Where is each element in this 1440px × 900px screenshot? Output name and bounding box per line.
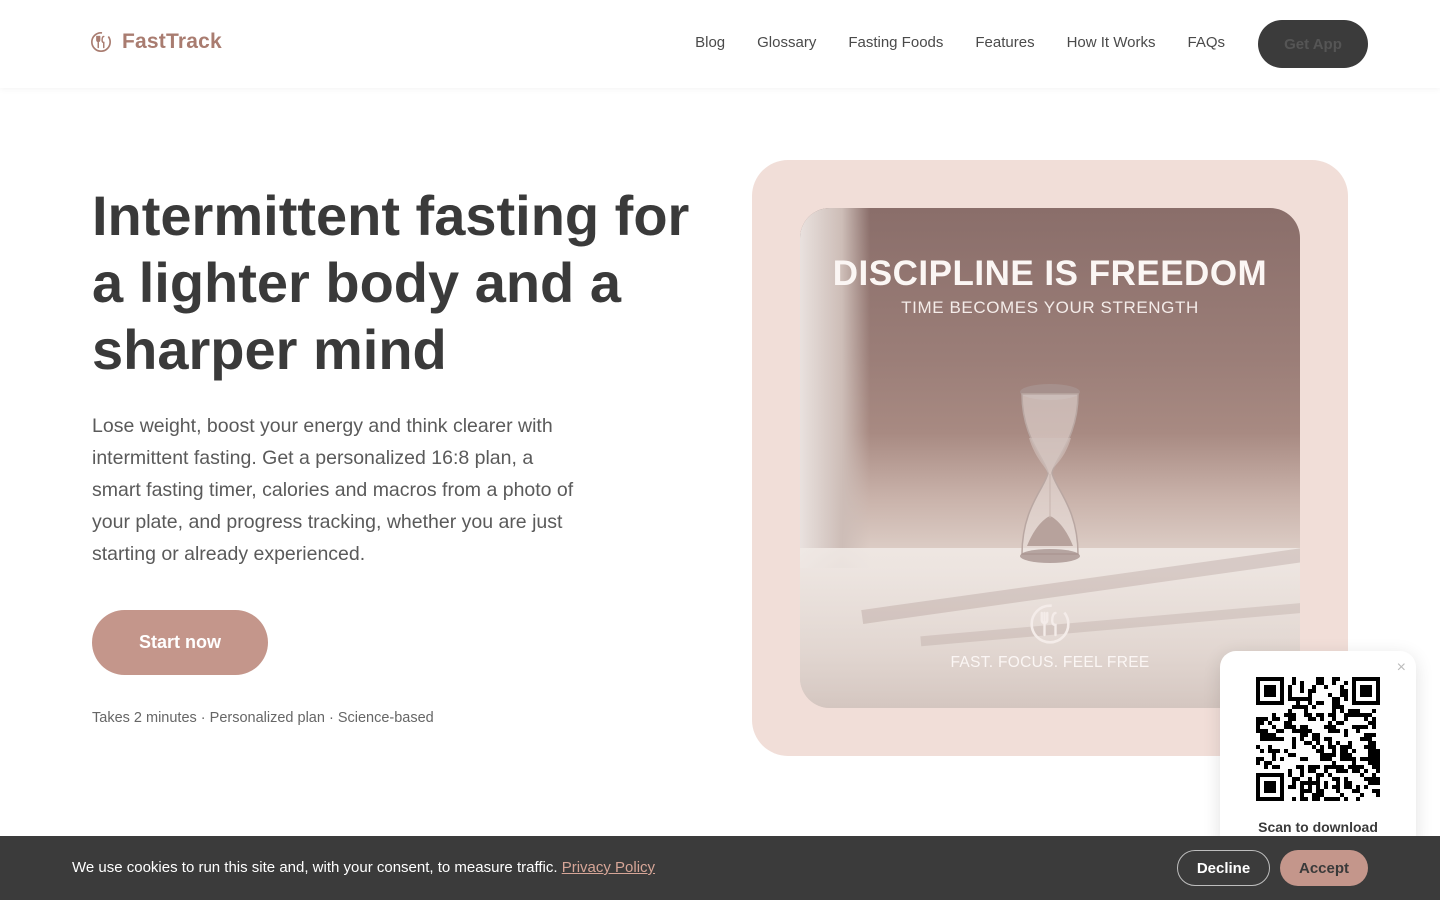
qr-label: Scan to download: [1258, 819, 1378, 835]
promo-image: DISCIPLINE IS FREEDOM TIME BECOMES YOUR …: [800, 208, 1300, 708]
brand-logo[interactable]: FastTrack: [90, 30, 222, 54]
accept-button[interactable]: Accept: [1280, 850, 1368, 886]
nav-item-blog[interactable]: Blog: [695, 34, 725, 51]
brand-name: FastTrack: [122, 30, 222, 53]
decline-button[interactable]: Decline: [1177, 850, 1270, 886]
hero-title: Intermittent fasting for a lighter body …: [92, 184, 690, 381]
nav-item-faqs[interactable]: FAQs: [1187, 34, 1225, 51]
qr-code: [1256, 677, 1380, 801]
privacy-policy-link[interactable]: Privacy Policy: [562, 859, 655, 876]
cookie-text-wrap: We use cookies to run this site and, wit…: [72, 859, 655, 876]
fork-clock-icon: [91, 32, 111, 52]
get-app-button[interactable]: Get App: [1258, 20, 1368, 68]
main-nav: Blog Glossary Fasting Foods Features How…: [695, 34, 1225, 51]
start-now-button[interactable]: Start now: [92, 610, 268, 675]
cookie-message: We use cookies to run this site and, wit…: [72, 859, 558, 876]
close-icon[interactable]: ×: [1397, 659, 1406, 677]
fork-clock-icon: [1030, 604, 1070, 644]
nav-item-how-it-works[interactable]: How It Works: [1067, 34, 1156, 51]
site-header: FastTrack Blog Glossary Fasting Foods Fe…: [0, 0, 1440, 88]
cookie-banner: We use cookies to run this site and, wit…: [0, 836, 1440, 900]
nav-item-fasting-foods[interactable]: Fasting Foods: [848, 34, 943, 51]
nav-item-glossary[interactable]: Glossary: [757, 34, 816, 51]
hero-description: Lose weight, boost your energy and think…: [92, 415, 574, 565]
promo-subheading: TIME BECOMES YOUR STRENGTH: [901, 298, 1199, 317]
hourglass-icon: [1020, 384, 1080, 563]
qr-download-popup: × Scan to download: [1220, 651, 1416, 851]
hero-tagline: Takes 2 minutes · Personalized plan · Sc…: [92, 710, 434, 726]
nav-item-features[interactable]: Features: [975, 34, 1034, 51]
promo-heading: DISCIPLINE IS FREEDOM: [832, 254, 1268, 293]
